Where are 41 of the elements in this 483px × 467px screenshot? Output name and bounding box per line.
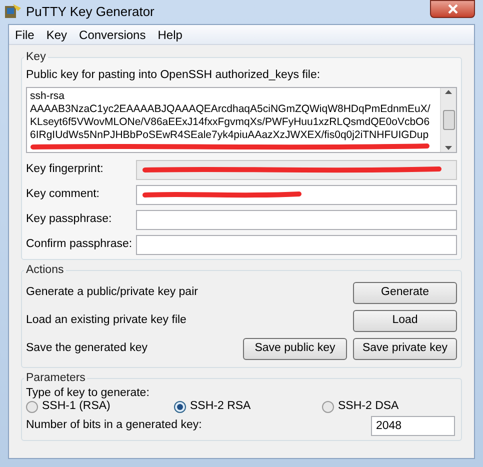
- radio-option[interactable]: SSH-1 (RSA): [26, 400, 174, 413]
- key-text-line: ssh-rsa: [30, 90, 66, 102]
- radio-button[interactable]: [322, 400, 334, 412]
- field-label: Key fingerprint:: [26, 162, 104, 177]
- radio-button[interactable]: [26, 400, 38, 412]
- radio-button[interactable]: [174, 400, 186, 412]
- menu-item[interactable]: Key: [40, 26, 74, 44]
- key-text-line: AAAAB3NzaC1yc2EAAAABJQAAAQEArcdhaqA5ciNGmZQWiqW8HDqPmEdnmEuX/: [30, 102, 432, 116]
- window-title: PuTTY Key Generator: [26, 3, 154, 22]
- menu-item[interactable]: Help: [152, 26, 188, 44]
- action-button[interactable]: Load: [353, 310, 457, 332]
- scroll-up-icon[interactable]: [445, 90, 452, 94]
- radio-option[interactable]: SSH-2 RSA: [174, 400, 322, 413]
- menu-item[interactable]: Conversions: [73, 26, 152, 44]
- menu-item[interactable]: File: [9, 26, 40, 44]
- action-label: Load an existing private key file: [26, 313, 186, 328]
- action-label: Generate a public/private key pair: [26, 285, 198, 300]
- action-button[interactable]: Save private key: [353, 338, 457, 360]
- action-label: Save the generated key: [26, 341, 148, 356]
- group-title: Actions: [25, 262, 65, 278]
- scroll-down-icon[interactable]: [445, 146, 452, 150]
- scrollbar[interactable]: [440, 88, 456, 152]
- input-field[interactable]: [136, 210, 457, 230]
- close-icon: [448, 4, 458, 14]
- app-icon: [4, 3, 22, 21]
- key-text-line: KLseyt6f5VWovMLONe/V86aEExJ14fxxFgvmqXs/PWFyHuu1xzRLQsmdQE0oVcbO6: [30, 116, 431, 128]
- group-title: Key: [25, 50, 47, 65]
- field-label: Confirm passphrase:: [26, 236, 134, 252]
- field-label: Public key for pasting into OpenSSH authorized_keys file:: [26, 68, 322, 84]
- close-button[interactable]: [430, 0, 475, 18]
- key-text-line: 6IRgIUdWs5NnPJHBbPoSEwR4SEale7yk4piuAAazXzJWXEX/fis0q0j2iTNHFUIGDup: [30, 128, 430, 142]
- field-label: Type of key to generate:: [26, 387, 150, 400]
- input-field[interactable]: [136, 234, 457, 254]
- action-button[interactable]: Generate: [353, 282, 457, 304]
- field-label: Key passphrase:: [26, 212, 113, 227]
- action-button[interactable]: Save public key: [243, 338, 347, 360]
- field-label: Number of bits in a generated key:: [26, 418, 202, 434]
- bits-input[interactable]: 2048: [371, 416, 455, 436]
- group-title: Parameters: [25, 370, 86, 386]
- field-label: Key comment:: [26, 186, 100, 202]
- radio-option[interactable]: SSH-2 DSA: [322, 400, 457, 413]
